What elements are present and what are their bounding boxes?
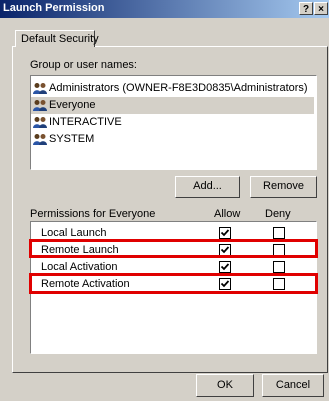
check-icon bbox=[220, 263, 230, 271]
allow-header: Allow bbox=[214, 208, 241, 220]
help-button[interactable]: ? bbox=[299, 2, 313, 15]
user-group-icon bbox=[33, 116, 47, 129]
list-item[interactable]: SYSTEM bbox=[31, 131, 314, 148]
remove-button[interactable]: Remove bbox=[250, 176, 317, 198]
permission-row: Local Launch bbox=[31, 225, 316, 242]
list-item[interactable]: Administrators (OWNER-F8E3D0835\Administ… bbox=[31, 80, 314, 97]
user-group-icon bbox=[33, 82, 47, 95]
allow-checkbox[interactable] bbox=[219, 278, 231, 290]
users-listbox[interactable]: Administrators (OWNER-F8E3D0835\Administ… bbox=[30, 75, 317, 170]
allow-checkbox[interactable] bbox=[219, 244, 231, 256]
permission-name: Local Launch bbox=[41, 227, 107, 239]
user-name: SYSTEM bbox=[49, 133, 95, 145]
allow-checkbox[interactable] bbox=[219, 227, 231, 239]
permissions-label: Permissions for Everyone bbox=[30, 208, 156, 220]
user-group-icon bbox=[33, 99, 47, 112]
check-icon bbox=[220, 280, 230, 288]
check-icon bbox=[220, 229, 230, 237]
permission-row: Remote Launch bbox=[31, 242, 316, 259]
add-button[interactable]: Add... bbox=[175, 176, 240, 198]
window-title: Launch Permission bbox=[3, 2, 105, 14]
title-bar: Launch Permission ? × bbox=[0, 0, 329, 18]
tab-label: Default Security bbox=[21, 33, 99, 45]
user-name: Everyone bbox=[49, 99, 96, 111]
deny-header: Deny bbox=[265, 208, 291, 220]
close-button[interactable]: × bbox=[314, 2, 328, 15]
permission-name: Remote Launch bbox=[41, 244, 119, 256]
permission-name: Remote Activation bbox=[41, 278, 130, 290]
list-item[interactable]: INTERACTIVE bbox=[31, 114, 314, 131]
deny-checkbox[interactable] bbox=[273, 261, 285, 273]
allow-checkbox[interactable] bbox=[219, 261, 231, 273]
deny-checkbox[interactable] bbox=[273, 227, 285, 239]
permission-row: Local Activation bbox=[31, 259, 316, 276]
check-icon bbox=[220, 246, 230, 254]
permissions-listbox: Local Launch Remote Launch Local Activat… bbox=[30, 221, 317, 354]
deny-checkbox[interactable] bbox=[273, 244, 285, 256]
permission-name: Local Activation bbox=[41, 261, 118, 273]
user-name: INTERACTIVE bbox=[49, 116, 122, 128]
user-group-icon bbox=[33, 133, 47, 146]
tab-default-security[interactable]: Default Security bbox=[15, 30, 99, 47]
permission-row: Remote Activation bbox=[31, 276, 316, 293]
user-name: Administrators (OWNER-F8E3D0835\Administ… bbox=[49, 82, 308, 94]
list-item[interactable]: Everyone bbox=[31, 97, 314, 114]
ok-button[interactable]: OK bbox=[196, 374, 254, 397]
deny-checkbox[interactable] bbox=[273, 278, 285, 290]
users-label: Group or user names: bbox=[30, 59, 137, 71]
cancel-button[interactable]: Cancel bbox=[262, 374, 324, 397]
